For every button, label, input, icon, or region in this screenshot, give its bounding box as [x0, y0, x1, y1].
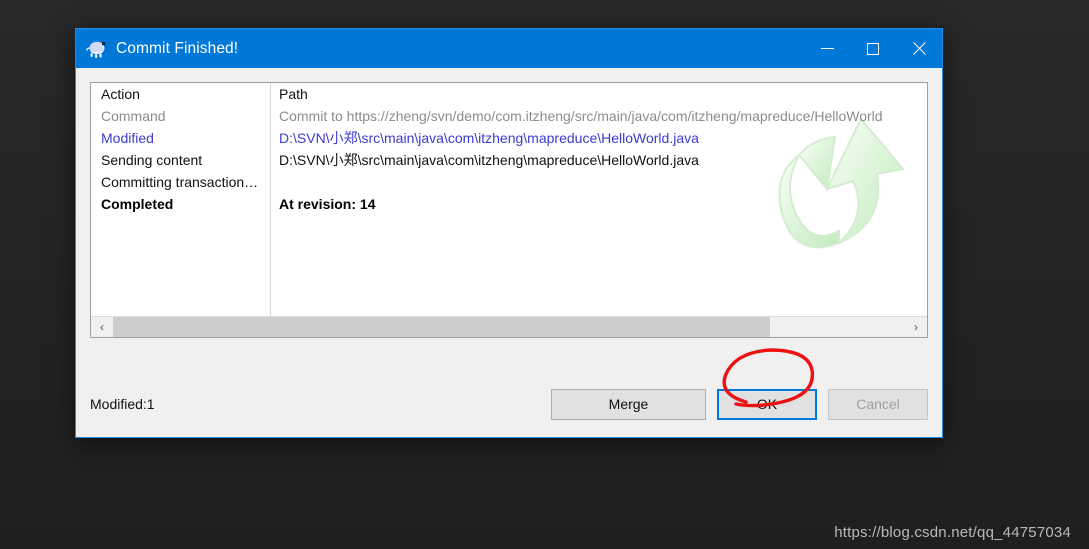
- merge-button[interactable]: Merge: [551, 388, 706, 420]
- table-row[interactable]: Modified D:\SVN\小郑\src\main\java\com\itz…: [91, 127, 927, 149]
- row-action: Completed: [101, 196, 174, 212]
- title-bar: Commit Finished!: [76, 29, 942, 68]
- scrollbar-thumb[interactable]: [113, 317, 771, 337]
- row-path: D:\SVN\小郑\src\main\java\com\itzheng\mapr…: [279, 152, 699, 168]
- minimize-icon: [820, 48, 834, 49]
- column-header-path[interactable]: Path: [270, 83, 927, 105]
- table-row[interactable]: Sending content D:\SVN\小郑\src\main\java\…: [91, 149, 927, 171]
- window-title: Commit Finished!: [116, 39, 239, 57]
- ok-button[interactable]: OK: [717, 388, 817, 420]
- window-controls: [804, 29, 942, 68]
- close-button[interactable]: [896, 29, 942, 68]
- desktop-background: Commit Finished! Action Path Command Com…: [0, 0, 1089, 549]
- row-action: Modified: [101, 130, 154, 146]
- status-text: Modified:1: [90, 396, 155, 412]
- listview-viewport: Action Path Command Commit to https://zh…: [91, 83, 927, 316]
- listview-header-row: Action Path: [91, 83, 927, 105]
- page-watermark: https://blog.csdn.net/qq_44757034: [834, 524, 1071, 541]
- scrollbar-track[interactable]: [113, 317, 905, 337]
- row-action: Command: [101, 108, 166, 124]
- row-path: At revision: 14: [279, 196, 376, 212]
- table-row[interactable]: Command Commit to https://zheng/svn/demo…: [91, 105, 927, 127]
- row-action: Sending content: [101, 152, 203, 168]
- row-path: Commit to https://zheng/svn/demo/com.itz…: [279, 108, 883, 124]
- scroll-right-icon[interactable]: ›: [905, 317, 927, 337]
- commit-finished-dialog: Commit Finished! Action Path Command Com…: [75, 28, 943, 438]
- maximize-button[interactable]: [850, 29, 896, 68]
- tortoise-svn-icon: [85, 39, 108, 59]
- dialog-body: Action Path Command Commit to https://zh…: [76, 68, 942, 371]
- scroll-left-icon[interactable]: ‹: [91, 317, 113, 337]
- commit-log-listview[interactable]: Action Path Command Commit to https://zh…: [90, 82, 928, 338]
- minimize-button[interactable]: [804, 29, 850, 68]
- row-path: [270, 171, 927, 193]
- cancel-button: Cancel: [828, 388, 928, 420]
- table-row[interactable]: Committing transaction…: [91, 171, 927, 193]
- table-row[interactable]: Completed At revision: 14: [91, 193, 927, 215]
- row-action: Committing transaction…: [101, 174, 259, 190]
- horizontal-scrollbar[interactable]: ‹ ›: [91, 316, 927, 337]
- button-row: Merge OK Cancel: [551, 388, 928, 420]
- column-header-action[interactable]: Action: [91, 83, 270, 105]
- listview-rows: Action Path Command Commit to https://zh…: [91, 83, 927, 215]
- row-path: D:\SVN\小郑\src\main\java\com\itzheng\mapr…: [279, 130, 699, 146]
- maximize-icon: [867, 42, 879, 55]
- column-divider: [270, 83, 271, 316]
- dialog-footer: Modified:1 Merge OK Cancel: [76, 348, 942, 437]
- close-icon: [912, 42, 926, 56]
